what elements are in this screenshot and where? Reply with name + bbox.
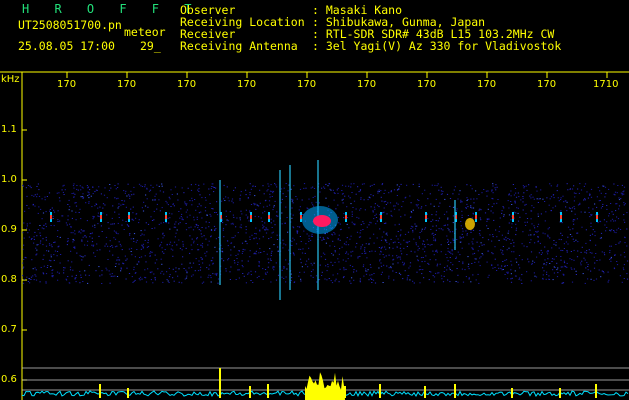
signal-core (475, 215, 477, 219)
freq-tick: 0.9 (1, 224, 17, 235)
time-tick: 170 (417, 79, 437, 90)
signal-core (560, 215, 562, 219)
info-label-antenna: Receiving Antenna (180, 39, 298, 53)
signal-core (250, 215, 252, 219)
info-value-antenna: : 3el Yagi(V) Az 330 for Vladivostok (312, 39, 562, 53)
signal-core (165, 215, 167, 219)
y-unit-label: kHz (1, 74, 20, 85)
count-label: 29_ (140, 39, 161, 53)
time-tick: 170 (297, 79, 317, 90)
file-name: UT2508051700.pn (18, 18, 122, 32)
freq-tick: 1.1 (1, 124, 17, 135)
time-tick: 170 (177, 79, 197, 90)
freq-tick: 0.8 (1, 274, 17, 285)
hrofft-screen: H R O F F T UT2508051700.pn meteor 25.08… (0, 0, 629, 400)
time-tick: 170 (477, 79, 497, 90)
level-burst (305, 372, 345, 400)
signal-core (50, 215, 52, 219)
freq-tick: 0.6 (1, 374, 17, 385)
freq-tick: 0.7 (1, 324, 17, 335)
signal-core (425, 215, 427, 219)
time-tick: 1710 (593, 79, 619, 90)
date-time: 25.08.05 17:00 (18, 39, 115, 53)
category-label: meteor (124, 25, 166, 39)
signal-core (128, 215, 130, 219)
signal-core (300, 215, 302, 219)
meteor-echo-core (313, 215, 331, 227)
signal-core (100, 215, 102, 219)
noise-band (22, 183, 629, 284)
time-tick: 170 (57, 79, 77, 90)
time-tick: 170 (357, 79, 377, 90)
signal-core (268, 215, 270, 219)
freq-tick: 1.0 (1, 174, 17, 185)
spectrogram (0, 71, 629, 400)
time-tick: 170 (237, 79, 257, 90)
app-title: H R O F F T (22, 2, 201, 16)
signal-core (512, 215, 514, 219)
signal-core (380, 215, 382, 219)
time-tick: 170 (537, 79, 557, 90)
meteor-echo (465, 218, 475, 230)
signal-core (596, 215, 598, 219)
signal-core (345, 215, 347, 219)
time-tick: 170 (117, 79, 137, 90)
